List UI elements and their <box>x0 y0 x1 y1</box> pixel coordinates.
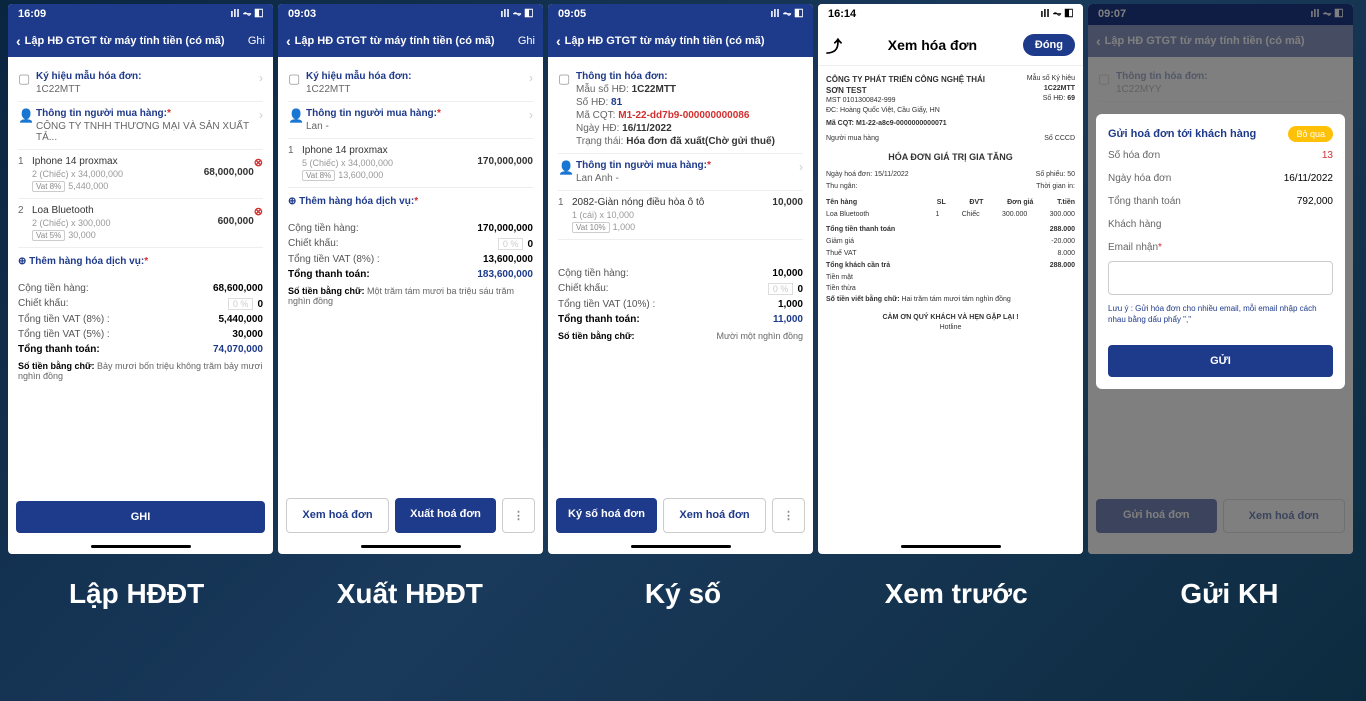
caption: Xuất HĐĐT <box>273 578 546 610</box>
header-title: Lập HĐ GTGT từ máy tính tiền (có mã) <box>25 35 225 47</box>
signal-icon: ıll ⏦ ◧ <box>500 8 533 21</box>
caption: Lập HĐĐT <box>0 578 273 610</box>
signal-icon: ıll ⏦ ◧ <box>770 8 803 21</box>
item-row: 12082-Giàn nóng điều hòa ô tô10,0001 (cá… <box>558 191 803 240</box>
symbol-section[interactable]: ▢Ký hiệu mẫu hóa đơn:1C22MTT› <box>18 65 263 102</box>
save-link[interactable]: Ghi <box>518 35 535 47</box>
delete-icon[interactable]: ⊗ <box>254 205 263 218</box>
back-icon[interactable]: ‹ <box>556 33 561 49</box>
menu-button[interactable]: ⋮ <box>502 498 535 533</box>
email-input[interactable] <box>1108 261 1333 295</box>
add-item-link[interactable]: Thêm hàng hóa dịch vụ:* <box>18 248 263 275</box>
screen-lap-hddt: 16:09ıll ⏦ ◧ ‹Lập HĐ GTGT từ máy tính ti… <box>8 4 273 554</box>
share-icon[interactable]: ⤴ <box>826 33 842 57</box>
export-invoice-button[interactable]: Xuất hoá đơn <box>395 498 496 533</box>
caption: Xem trước <box>820 578 1093 610</box>
header-title: Xem hóa đơn <box>888 37 977 53</box>
home-indicator <box>361 545 461 548</box>
send-modal: Gửi hoá đơn tới khách hàngBỏ qua Số hóa … <box>1096 114 1345 389</box>
signal-icon: ıll ⏦ ◧ <box>230 8 263 21</box>
note-text: Lưu ý : Gửi hóa đơn cho nhiều email, mỗi… <box>1108 303 1333 325</box>
symbol-section[interactable]: ▢Ký hiệu mẫu hóa đơn:1C22MTT› <box>288 65 533 102</box>
screen-gui-kh: 09:07ıll ⏦ ◧ ‹Lập HĐ GTGT từ máy tính ti… <box>1088 4 1353 554</box>
save-link[interactable]: Ghi <box>248 35 265 47</box>
item-row: 1Iphone 14 proxmax5 (Chiếc) x 34,000,000… <box>288 139 533 188</box>
invoice-document: CÔNG TY PHÁT TRIỂN CÔNG NGHỆ THÁI SƠN TE… <box>818 66 1083 541</box>
item-row: 1Iphone 14 proxmax⊗2 (Chiếc) x 34,000,00… <box>18 150 263 199</box>
buyer-section[interactable]: 👤Thông tin người mua hàng:*Lan Anh -› <box>558 154 803 191</box>
caption: Gửi KH <box>1093 578 1366 610</box>
home-indicator <box>631 545 731 548</box>
menu-button[interactable]: ⋮ <box>772 498 805 533</box>
home-indicator <box>901 545 1001 548</box>
view-invoice-button[interactable]: Xem hoá đơn <box>663 498 766 533</box>
home-indicator <box>91 545 191 548</box>
invoice-info-section: ▢Thông tin hóa đơn: Mẫu số HĐ: 1C22MTT S… <box>558 65 803 154</box>
gui-button[interactable]: GỬI <box>1108 345 1333 377</box>
caption: Ký số <box>546 578 819 610</box>
screen-ky-so: 09:05ıll ⏦ ◧ ‹Lập HĐ GTGT từ máy tính ti… <box>548 4 813 554</box>
buyer-section[interactable]: 👤Thông tin người mua hàng:*CÔNG TY TNHH … <box>18 102 263 150</box>
add-item-link[interactable]: Thêm hàng hóa dịch vụ:* <box>288 188 533 215</box>
header-title: Lập HĐ GTGT từ máy tính tiền (có mã) <box>565 35 765 47</box>
view-invoice-button[interactable]: Xem hoá đơn <box>286 498 389 533</box>
screen-xem-truoc: 16:14ıll ⏦ ◧ ⤴Xem hóa đơnĐóng CÔNG TY PH… <box>818 4 1083 554</box>
screen-xuat-hddt: 09:03ıll ⏦ ◧ ‹Lập HĐ GTGT từ máy tính ti… <box>278 4 543 554</box>
back-icon[interactable]: ‹ <box>16 33 21 49</box>
header-title: Lập HĐ GTGT từ máy tính tiền (có mã) <box>295 35 495 47</box>
close-button[interactable]: Đóng <box>1023 34 1075 56</box>
back-icon[interactable]: ‹ <box>286 33 291 49</box>
buyer-section[interactable]: 👤Thông tin người mua hàng:*Lan -› <box>288 102 533 139</box>
item-row: 2Loa Bluetooth⊗2 (Chiếc) x 300,000600,00… <box>18 199 263 248</box>
signal-icon: ıll ⏦ ◧ <box>1040 8 1073 21</box>
skip-button[interactable]: Bỏ qua <box>1288 126 1333 142</box>
ghi-button[interactable]: GHI <box>16 501 265 533</box>
delete-icon[interactable]: ⊗ <box>254 156 263 169</box>
sign-button[interactable]: Ký số hoá đơn <box>556 498 657 533</box>
